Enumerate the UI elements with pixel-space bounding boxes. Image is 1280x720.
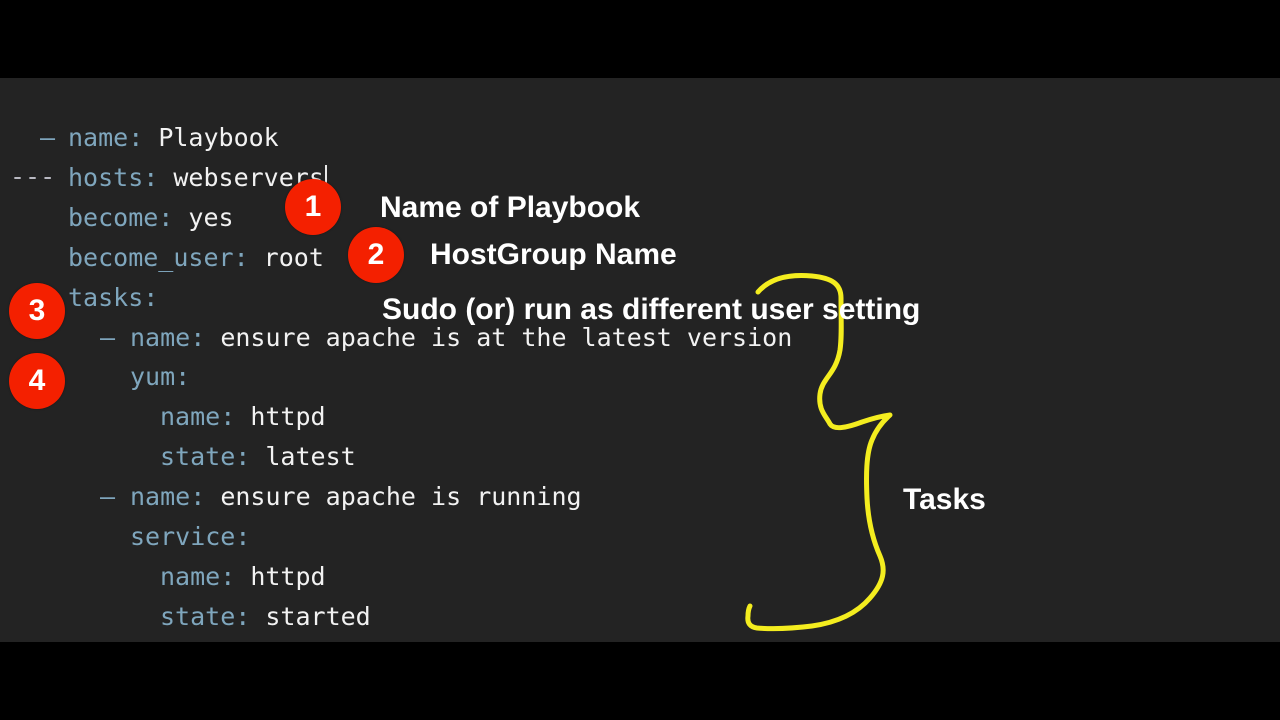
code-line[interactable]: state: started	[160, 602, 371, 632]
letterbox-bar-top	[0, 0, 1280, 78]
annotation-tasks-label: Tasks	[903, 483, 986, 516]
letterbox-bar-bottom	[0, 642, 1280, 720]
code-line[interactable]: tasks:	[68, 283, 158, 313]
annotation-sudo-setting: Sudo (or) run as different user setting	[382, 293, 921, 326]
yaml-key: state:	[160, 601, 251, 631]
yaml-key: become_user:	[68, 242, 249, 272]
code-editor-surface[interactable]: --- – name: Playbook hosts: webservers bec…	[0, 78, 1280, 642]
yaml-key: state:	[160, 442, 251, 472]
yaml-list-dash: –	[100, 482, 146, 512]
yaml-key: tasks:	[68, 282, 159, 312]
code-line[interactable]: name: httpd	[160, 562, 326, 592]
yaml-key: name:	[160, 402, 236, 432]
annotation-name-of-playbook: Name of Playbook	[380, 191, 641, 224]
callout-badge-3: 3	[9, 283, 65, 339]
screenshot-stage: --- – name: Playbook hosts: webservers bec…	[0, 0, 1280, 720]
yaml-value: root	[248, 242, 324, 272]
callout-badge-2: 2	[348, 227, 404, 283]
yaml-list-dash: –	[100, 322, 146, 352]
code-line[interactable]: become: yes	[68, 203, 234, 233]
callout-badge-4: 4	[9, 353, 65, 409]
yaml-key: service:	[130, 522, 251, 551]
yaml-value: ensure apache is running	[205, 482, 582, 512]
code-line[interactable]: state: latest	[160, 442, 356, 472]
code-line[interactable]: name: httpd	[160, 402, 326, 432]
yaml-value: httpd	[235, 402, 326, 432]
code-line[interactable]: yum:	[130, 362, 190, 392]
yaml-value: yes	[173, 202, 234, 232]
code-line[interactable]: hosts: webservers	[68, 163, 327, 193]
yaml-value: started	[250, 601, 371, 631]
yaml-key: name:	[160, 561, 236, 591]
yaml-value: latest	[250, 442, 356, 472]
yaml-list-dash: –	[40, 123, 86, 152]
code-line[interactable]: become_user: root	[68, 243, 324, 273]
code-line[interactable]: – name: ensure apache is running	[100, 482, 582, 512]
callout-badge-1: 1	[285, 179, 341, 235]
yaml-value: Playbook	[143, 123, 279, 152]
code-line[interactable]: – name: Playbook	[40, 123, 279, 153]
yaml-document-start-marker: ---	[10, 162, 56, 191]
annotation-hostgroup-name: HostGroup Name	[430, 238, 677, 271]
code-line[interactable]: – name: ensure apache is at the latest v…	[100, 323, 792, 353]
yaml-value: httpd	[235, 561, 326, 591]
yaml-key: yum:	[130, 362, 191, 392]
yaml-key: become:	[68, 202, 174, 232]
code-line[interactable]: service:	[130, 522, 250, 552]
yaml-key: hosts:	[68, 162, 159, 192]
